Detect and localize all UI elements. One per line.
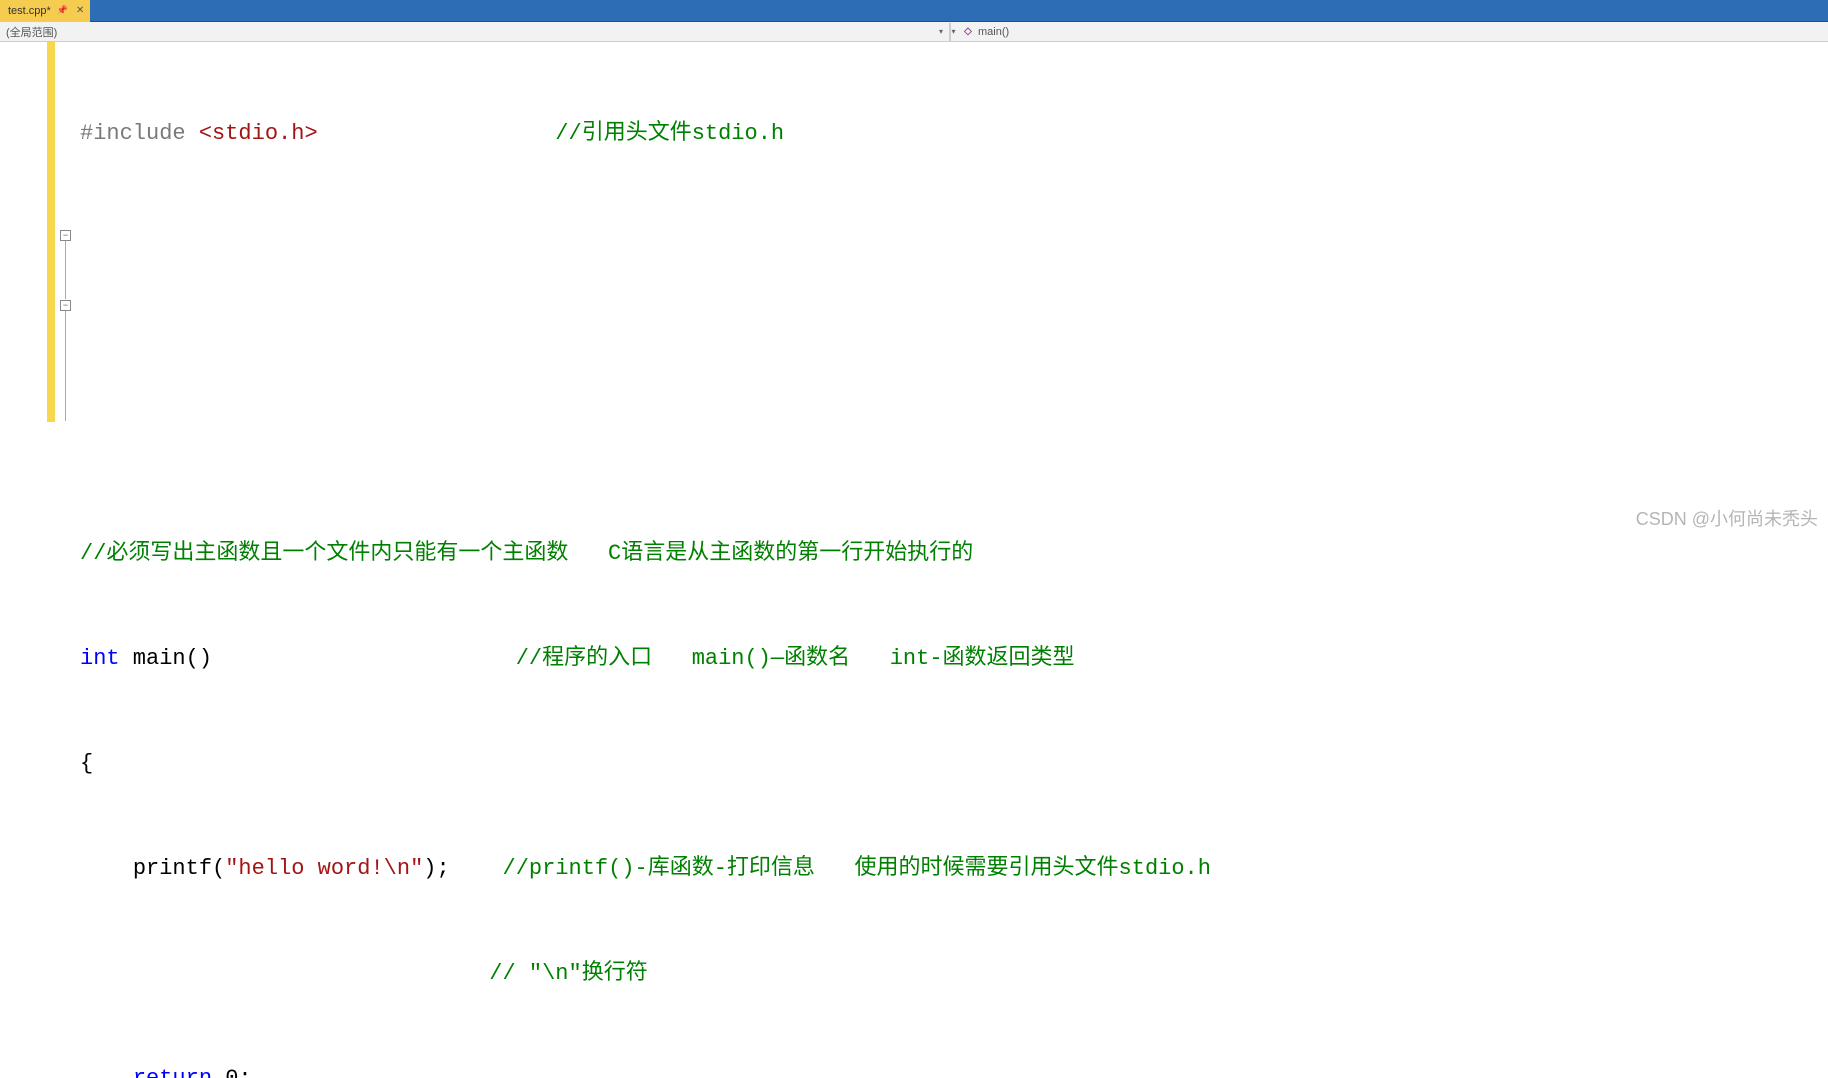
paren: ( bbox=[212, 851, 225, 886]
tab-bar: test.cpp* 📌 ✕ bbox=[0, 0, 1828, 22]
fold-gutter: − − bbox=[58, 42, 83, 422]
chevron-down-icon: ▾ bbox=[939, 27, 943, 36]
code-content[interactable]: #include <stdio.h> //引用头文件stdio.h //必须写出… bbox=[80, 42, 1211, 539]
header-name: <stdio.h> bbox=[199, 116, 318, 151]
function-name: main() bbox=[120, 641, 212, 676]
code-line: #include <stdio.h> //引用头文件stdio.h bbox=[80, 116, 1211, 151]
code-line: printf("hello word!\n"); //printf()-库函数-… bbox=[80, 851, 1211, 886]
scope-label: (全局范围) bbox=[6, 24, 57, 40]
function-label: main() bbox=[978, 26, 1009, 38]
code-line: return 0; bbox=[80, 1061, 1211, 1078]
comment: //引用头文件stdio.h bbox=[555, 116, 784, 151]
fold-guide-line bbox=[65, 311, 66, 421]
whitespace bbox=[318, 116, 556, 151]
comment: //程序的入口 main()—函数名 int-函数返回类型 bbox=[516, 641, 1075, 676]
code-editor[interactable]: − − #include <stdio.h> //引用头文件stdio.h //… bbox=[0, 42, 1828, 539]
close-icon[interactable]: ✕ bbox=[74, 5, 86, 16]
indent bbox=[80, 1061, 133, 1078]
code-line bbox=[80, 431, 1211, 466]
navigation-bar: (全局范围) ▾ ▾ ◇ main() bbox=[0, 22, 1828, 42]
code-line bbox=[80, 326, 1211, 361]
paren: ); bbox=[423, 851, 449, 886]
string-literal: "hello word!\n" bbox=[225, 851, 423, 886]
file-tab[interactable]: test.cpp* 📌 ✕ bbox=[0, 0, 90, 22]
brace: { bbox=[80, 746, 93, 781]
keyword: return bbox=[133, 1061, 212, 1078]
comment: // "\n"换行符 bbox=[489, 956, 647, 991]
preprocessor: #include bbox=[80, 116, 199, 151]
change-indicator-bar bbox=[47, 42, 55, 422]
code-line bbox=[80, 221, 1211, 256]
scope-dropdown[interactable]: (全局范围) ▾ bbox=[0, 23, 950, 41]
function-icon: ◇ bbox=[962, 26, 974, 38]
fold-toggle[interactable]: − bbox=[60, 230, 71, 241]
indent bbox=[80, 851, 133, 886]
comment: //必须写出主函数且一个文件内只能有一个主函数 C语言是从主函数的第一行开始执行… bbox=[80, 536, 973, 571]
pin-icon[interactable]: 📌 bbox=[57, 5, 68, 16]
whitespace bbox=[450, 851, 503, 886]
chevron-down-icon: ▾ bbox=[951, 27, 955, 36]
fold-guide-line bbox=[65, 241, 66, 299]
keyword: int bbox=[80, 641, 120, 676]
tab-filename: test.cpp* bbox=[8, 5, 51, 17]
code-line: { bbox=[80, 746, 1211, 781]
code-line: //必须写出主函数且一个文件内只能有一个主函数 C语言是从主函数的第一行开始执行… bbox=[80, 536, 1211, 571]
watermark: CSDN @小何尚未秃头 bbox=[1636, 505, 1818, 531]
fold-toggle[interactable]: − bbox=[60, 300, 71, 311]
code-line: int main() //程序的入口 main()—函数名 int-函数返回类型 bbox=[80, 641, 1211, 676]
function-call: printf bbox=[133, 851, 212, 886]
comment: //printf()-库函数-打印信息 使用的时候需要引用头文件stdio.h bbox=[503, 851, 1211, 886]
whitespace bbox=[80, 956, 489, 991]
whitespace bbox=[212, 641, 516, 676]
function-dropdown[interactable]: ◇ main() bbox=[956, 23, 1828, 41]
code-line: // "\n"换行符 bbox=[80, 956, 1211, 991]
number: 0; bbox=[212, 1061, 252, 1078]
